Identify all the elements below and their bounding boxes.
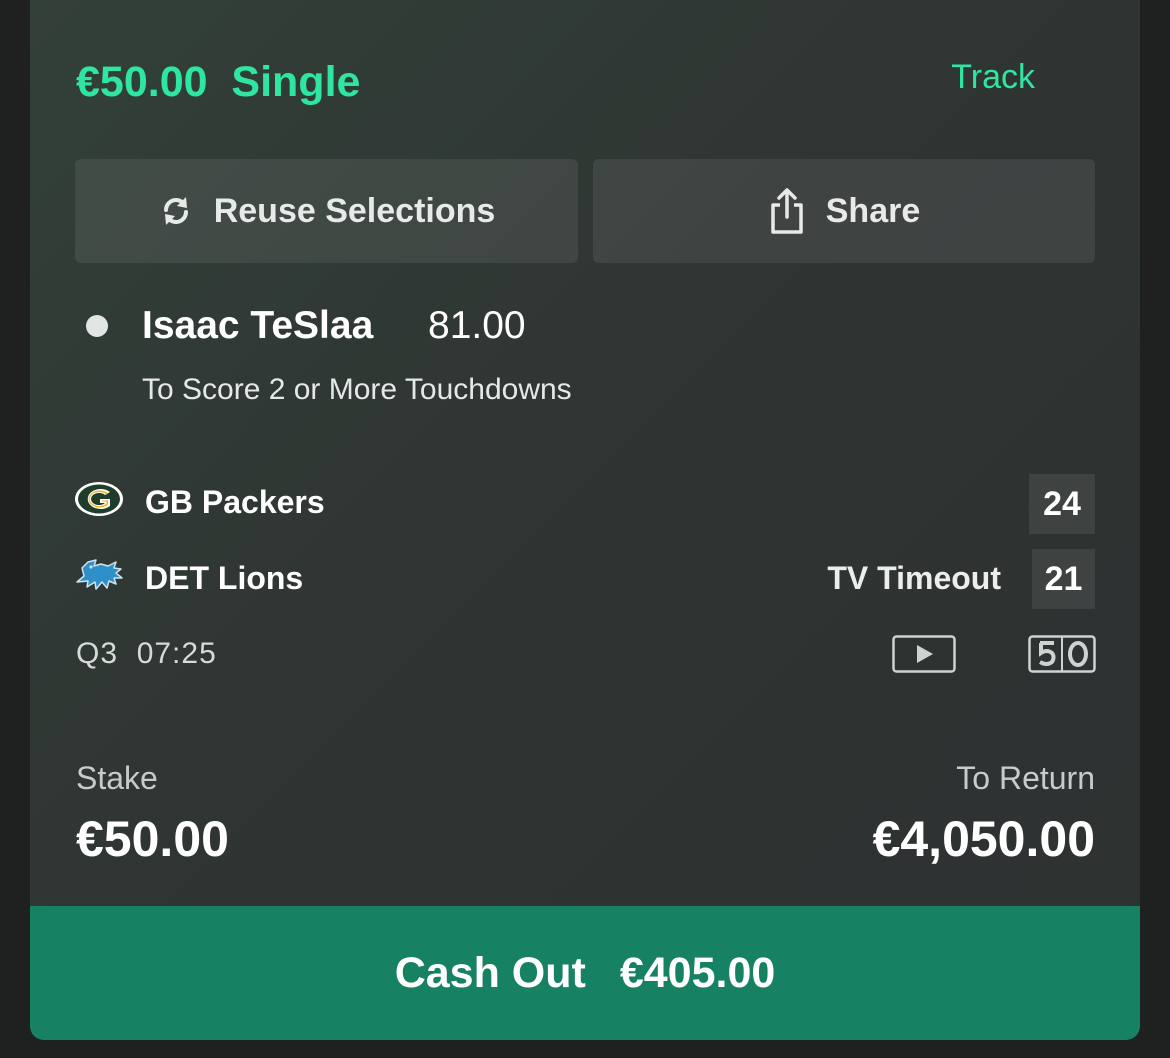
selection-status-dot [86,315,108,337]
lions-logo-icon [74,556,124,592]
home-team-score: 24 [1029,474,1095,534]
away-team-score: 21 [1032,549,1095,609]
to-return-amount: €4,050.00 [872,811,1095,867]
fifty-yard-tracker-icon[interactable] [1028,635,1096,678]
selection-name: Isaac TeSlaa [142,304,374,347]
track-button[interactable]: Track [951,58,1035,97]
to-return-label: To Return [956,760,1095,796]
bet-header: €50.00 Single [76,58,361,106]
home-team-name: GB Packers [145,484,325,520]
match-clock: Q3 07:25 [76,637,217,670]
share-icon [768,187,806,235]
share-button[interactable]: Share [593,159,1095,263]
share-label: Share [825,191,921,230]
stake-amount: €50.00 [76,811,229,867]
packers-logo-icon [74,480,124,518]
away-team-name: DET Lions [145,560,304,596]
reuse-selections-label: Reuse Selections [213,191,496,230]
selection-market: To Score 2 or More Touchdowns [142,373,572,406]
selection-odds: 81.00 [428,304,526,347]
bet-card: €50.00 Single Track Reuse Selections Sha… [30,0,1140,1040]
refresh-icon [158,193,194,229]
reuse-selections-button[interactable]: Reuse Selections [75,159,578,263]
match-status: TV Timeout [827,560,1001,596]
play-video-icon[interactable] [892,635,956,678]
cash-out-label: Cash Out [394,948,586,997]
cash-out-amount: €405.00 [619,948,776,997]
cash-out-button[interactable]: Cash Out €405.00 [30,906,1140,1040]
stake-label: Stake [76,760,158,796]
